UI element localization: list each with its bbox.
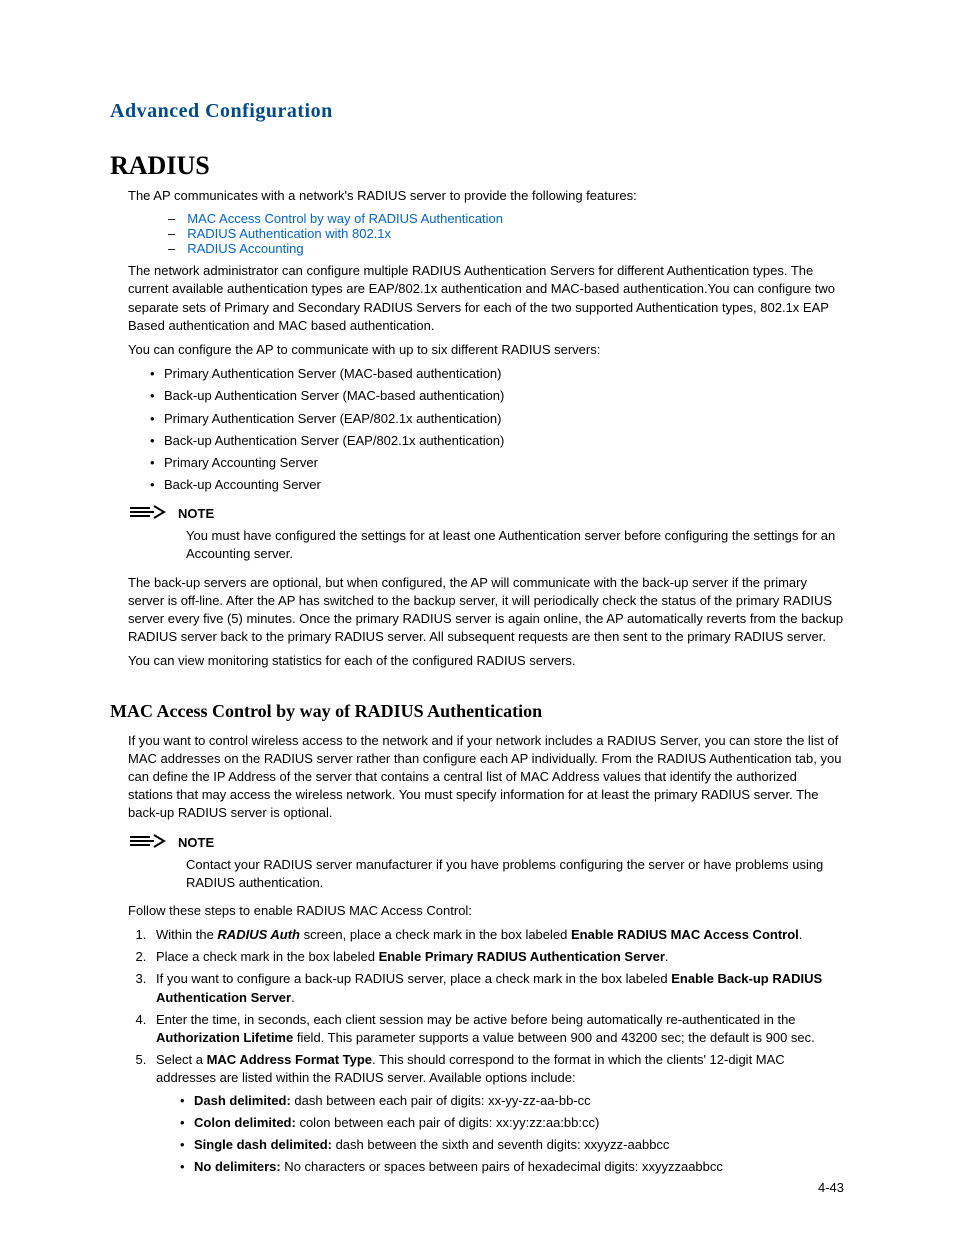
text-run: Enter the time, in seconds, each client … — [156, 1012, 796, 1027]
text-run: dash between each pair of digits: xx-yy-… — [291, 1093, 591, 1108]
list-item: Primary Authentication Server (MAC-based… — [150, 365, 844, 383]
text-run: Within the — [156, 927, 217, 942]
text-run: No delimiters: — [194, 1159, 281, 1174]
text-run: field. This parameter supports a value b… — [293, 1030, 815, 1045]
note-arrow-icon — [128, 833, 168, 852]
steps-list: Within the RADIUS Auth screen, place a c… — [110, 926, 844, 1176]
step-item: Select a MAC Address Format Type. This s… — [150, 1051, 844, 1176]
text-run: screen, place a check mark in the box la… — [300, 927, 571, 942]
list-item: Primary Accounting Server — [150, 454, 844, 472]
document-page: Advanced Configuration RADIUS The AP com… — [0, 0, 954, 1235]
text-run: Colon delimited: — [194, 1115, 296, 1130]
note-block: NOTE You must have configured the settin… — [128, 504, 844, 563]
list-item: RADIUS Accounting — [168, 241, 844, 256]
list-item: RADIUS Authentication with 802.1x — [168, 226, 844, 241]
note-label: NOTE — [178, 835, 214, 850]
body-paragraph: The network administrator can configure … — [110, 262, 844, 335]
text-run: No characters or spaces between pairs of… — [281, 1159, 723, 1174]
note-text: You must have configured the settings fo… — [186, 527, 844, 563]
text-run: . — [291, 990, 295, 1005]
list-item: Single dash delimited: dash between the … — [180, 1136, 844, 1154]
subsection-title: MAC Access Control by way of RADIUS Auth… — [110, 701, 844, 722]
page-number: 4-43 — [818, 1180, 844, 1195]
note-text: Contact your RADIUS server manufacturer … — [186, 856, 844, 892]
body-paragraph: If you want to control wireless access t… — [110, 732, 844, 823]
list-item: Dash delimited: dash between each pair o… — [180, 1092, 844, 1110]
text-run: Single dash delimited: — [194, 1137, 332, 1152]
feature-links-list: MAC Access Control by way of RADIUS Auth… — [110, 211, 844, 256]
link-radius-accounting[interactable]: RADIUS Accounting — [187, 241, 303, 256]
section-title: RADIUS — [110, 151, 844, 181]
list-item: Back-up Authentication Server (EAP/802.1… — [150, 432, 844, 450]
text-run: MAC Address Format Type — [207, 1052, 372, 1067]
body-paragraph: You can configure the AP to communicate … — [110, 341, 844, 359]
text-run: Authorization Lifetime — [156, 1030, 293, 1045]
list-item: Colon delimited: colon between each pair… — [180, 1114, 844, 1132]
note-arrow-icon — [128, 504, 168, 523]
text-run: If you want to configure a back-up RADIU… — [156, 971, 671, 986]
text-run: colon between each pair of digits: xx:yy… — [296, 1115, 600, 1130]
list-item: No delimiters: No characters or spaces b… — [180, 1158, 844, 1176]
text-run: . — [799, 927, 803, 942]
list-item: Back-up Accounting Server — [150, 476, 844, 494]
format-options-list: Dash delimited: dash between each pair o… — [156, 1092, 844, 1177]
note-label: NOTE — [178, 506, 214, 521]
list-item: Primary Authentication Server (EAP/802.1… — [150, 410, 844, 428]
text-run: Enable Primary RADIUS Authentication Ser… — [379, 949, 665, 964]
link-mac-access[interactable]: MAC Access Control by way of RADIUS Auth… — [187, 211, 503, 226]
body-paragraph: You can view monitoring statistics for e… — [110, 652, 844, 670]
text-run: dash between the sixth and seventh digit… — [332, 1137, 669, 1152]
text-run: Dash delimited: — [194, 1093, 291, 1108]
text-run: Place a check mark in the box labeled — [156, 949, 379, 964]
text-run: . — [665, 949, 669, 964]
text-run: RADIUS Auth — [217, 927, 300, 942]
intro-paragraph: The AP communicates with a network's RAD… — [110, 187, 844, 205]
text-run: Enable RADIUS MAC Access Control — [571, 927, 799, 942]
step-item: Enter the time, in seconds, each client … — [150, 1011, 844, 1047]
list-item: Back-up Authentication Server (MAC-based… — [150, 387, 844, 405]
link-radius-8021x[interactable]: RADIUS Authentication with 802.1x — [187, 226, 391, 241]
body-paragraph: The back-up servers are optional, but wh… — [110, 574, 844, 647]
list-item: MAC Access Control by way of RADIUS Auth… — [168, 211, 844, 226]
body-paragraph: Follow these steps to enable RADIUS MAC … — [110, 902, 844, 920]
step-item: Within the RADIUS Auth screen, place a c… — [150, 926, 844, 944]
step-item: If you want to configure a back-up RADIU… — [150, 970, 844, 1006]
text-run: Select a — [156, 1052, 207, 1067]
server-list: Primary Authentication Server (MAC-based… — [110, 365, 844, 494]
step-item: Place a check mark in the box labeled En… — [150, 948, 844, 966]
note-block: NOTE Contact your RADIUS server manufact… — [128, 833, 844, 892]
chapter-heading: Advanced Configuration — [110, 100, 844, 123]
